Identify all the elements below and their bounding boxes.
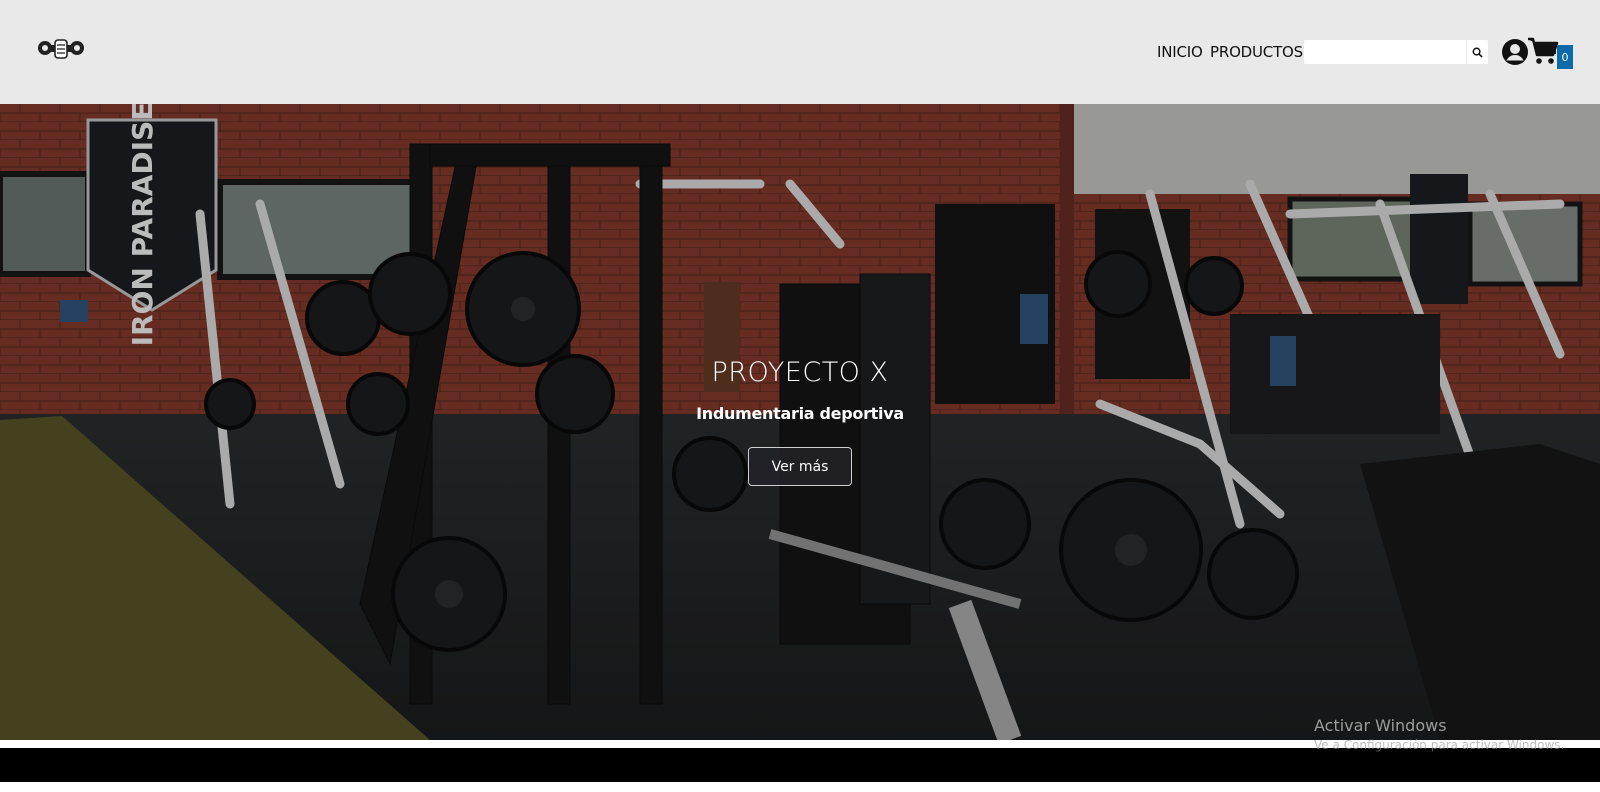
ver-mas-button[interactable]: Ver más — [748, 447, 852, 486]
site-header: INICIO PRODUCTOS 0 — [0, 0, 1600, 104]
footer-bar — [0, 748, 1600, 782]
user-circle-icon[interactable] — [1501, 38, 1529, 66]
cart-count-badge[interactable]: 0 — [1557, 45, 1573, 69]
hero-title: PROYECTO X — [711, 357, 889, 388]
cart-icon[interactable] — [1527, 36, 1559, 66]
hero-subtitle: Indumentaria deportiva — [696, 404, 904, 423]
hero-banner: IRON PARADISE PROYECTO X Indumentaria de… — [0, 104, 1600, 740]
search-button[interactable] — [1467, 40, 1488, 64]
nav-inicio[interactable]: INICIO — [1157, 43, 1203, 61]
nav-productos[interactable]: PRODUCTOS — [1210, 43, 1303, 61]
gym-fist-logo-icon[interactable] — [36, 36, 86, 62]
search-input[interactable] — [1304, 40, 1466, 64]
search-icon — [1472, 47, 1483, 58]
windows-activation-subtitle: Ve a Configuración para activar Windows. — [1314, 738, 1565, 752]
windows-activation-title: Activar Windows — [1314, 716, 1447, 735]
